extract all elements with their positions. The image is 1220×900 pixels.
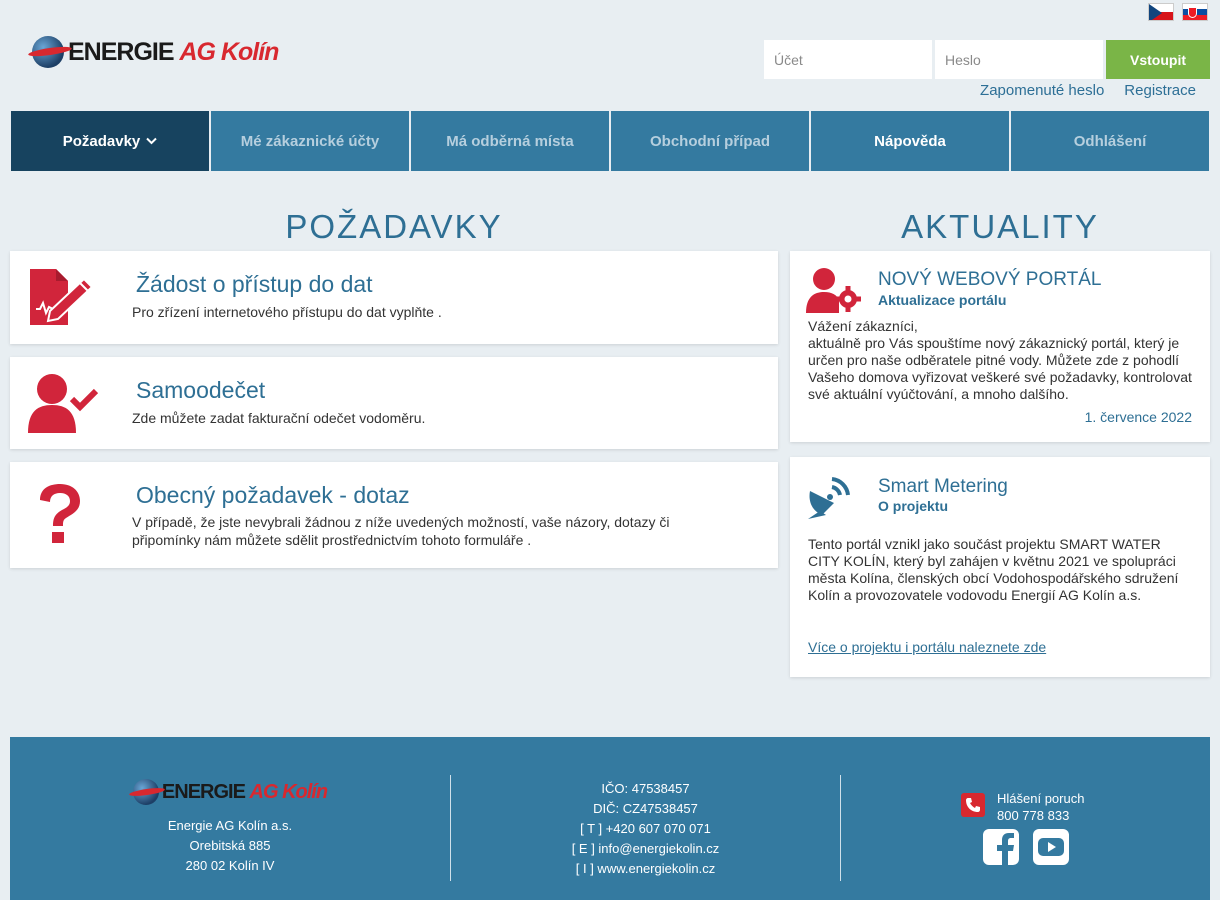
login-form: Vstoupit: [764, 40, 1210, 79]
smart-metering-more-link[interactable]: Více o projektu i portálu naleznete zde: [808, 639, 1046, 655]
forgot-password-link[interactable]: Zapomenuté heslo: [980, 82, 1104, 99]
logo-text: ENERGIE AG Kolín: [68, 37, 279, 67]
phone-icon: [961, 793, 985, 817]
user-gear-icon: [806, 268, 861, 313]
footer-email[interactable]: [ E ] info@energiekolin.cz: [451, 839, 840, 859]
nav-pozadavky[interactable]: Požadavky: [11, 111, 209, 171]
footer: ENERGIE AG Kolín Energie AG Kolín a.s. O…: [10, 737, 1210, 900]
footer-phone: [ T ] +420 607 070 071: [580, 821, 711, 836]
register-link[interactable]: Registrace: [1124, 82, 1196, 99]
account-input[interactable]: [764, 40, 932, 79]
nav-label: Nápověda: [874, 132, 946, 150]
footer-contacts: IČO: 47538457 DIČ: CZ47538457 [ T ] +420…: [450, 775, 841, 881]
footer-web[interactable]: [ I ] www.energiekolin.cz: [451, 859, 840, 879]
footer-street: Orebitská 885: [189, 838, 271, 853]
footer-city: 280 02 Kolín IV: [185, 858, 275, 873]
footer-dic: DIČ: CZ47538457: [593, 801, 698, 816]
news-subtitle: O projektu: [878, 498, 949, 514]
document-sign-icon: [30, 269, 94, 325]
logo-main-text: ENERGIE: [161, 780, 246, 803]
news-card-smart-metering: Smart Metering O projektu Tento portál v…: [790, 457, 1210, 677]
facebook-icon[interactable]: [983, 829, 1019, 865]
language-switcher: [1148, 3, 1208, 21]
czech-flag-icon[interactable]: [1148, 3, 1174, 21]
news-body: Tento portál vznikl jako součást projekt…: [808, 536, 1179, 603]
nav-odhlaseni[interactable]: Odhlášení: [1011, 111, 1209, 171]
news-subtitle: Aktualizace portálu: [878, 292, 1007, 308]
chevron-down-icon: [146, 137, 157, 145]
request-description: V případě, že jste nevybrali žádnou z ní…: [132, 514, 670, 548]
logo-main-text: ENERGIE: [68, 37, 175, 66]
nav-zakaznicke-ucty[interactable]: Mé zákaznické účty: [211, 111, 409, 171]
footer-company: ENERGIE AG Kolín Energie AG Kolín a.s. O…: [10, 775, 450, 881]
request-card-self-reading[interactable]: Samoodečet Zde můžete zadat fakturační o…: [10, 357, 778, 449]
password-input[interactable]: [935, 40, 1103, 79]
globe-logo-icon: [128, 779, 166, 805]
logo-accent-text: AG Kolín: [179, 37, 279, 66]
news-date: 1. července 2022: [1084, 409, 1192, 425]
footer-ico: IČO: 47538457: [601, 781, 690, 796]
news-title: NOVÝ WEBOVÝ PORTÁL: [878, 269, 1102, 290]
news-body: Vážení zákazníci, aktuálně pro Vás spouš…: [808, 318, 1192, 402]
request-card-general[interactable]: Obecný požadavek - dotaz V případě, že j…: [10, 462, 778, 568]
outage-phone[interactable]: 800 778 833: [997, 809, 1084, 823]
request-title[interactable]: Samoodečet: [136, 377, 265, 404]
login-button[interactable]: Vstoupit: [1106, 40, 1210, 79]
news-heading: AKTUALITY: [901, 208, 1099, 245]
logo-accent-text: AG Kolín: [249, 780, 329, 803]
nav-obchodni-pripad[interactable]: Obchodní případ: [611, 111, 809, 171]
company-logo[interactable]: ENERGIE AG Kolín: [27, 36, 279, 68]
news-title: Smart Metering: [878, 476, 1008, 497]
slovak-flag-icon[interactable]: [1182, 3, 1208, 21]
footer-logo[interactable]: ENERGIE AG Kolín: [128, 779, 329, 805]
outage-label: Hlášení poruch: [997, 791, 1085, 806]
nav-label: Mé zákaznické účty: [240, 132, 380, 150]
request-title[interactable]: Obecný požadavek - dotaz: [136, 482, 410, 509]
news-card-portal: NOVÝ WEBOVÝ PORTÁL Aktualizace portálu V…: [790, 251, 1210, 442]
nav-odberna-mista[interactable]: Má odběrná místa: [411, 111, 609, 171]
login-links: Zapomenuté heslo Registrace: [980, 82, 1196, 99]
main-nav: Požadavky Mé zákaznické účty Má odběrná …: [11, 111, 1209, 171]
user-check-icon: [28, 374, 98, 433]
satellite-dish-icon: [808, 477, 850, 519]
nav-label: Má odběrná místa: [446, 132, 574, 150]
requests-heading: POŽADAVKY: [285, 208, 503, 245]
globe-logo-icon: [27, 36, 73, 68]
request-description: Zde můžete zadat fakturační odečet vodom…: [132, 410, 426, 426]
youtube-icon[interactable]: [1033, 829, 1069, 865]
nav-label: Obchodní případ: [650, 132, 770, 150]
nav-label: Odhlášení: [1073, 132, 1147, 150]
request-title[interactable]: Žádost o přístup do dat: [136, 271, 373, 298]
request-card-data-access[interactable]: Žádost o přístup do dat Pro zřízení inte…: [10, 251, 778, 344]
footer-logo-text: ENERGIE AG Kolín: [161, 780, 329, 804]
outage-hotline: Hlášení poruch 800 778 833: [961, 789, 1084, 823]
social-links: [983, 829, 1069, 865]
question-mark-icon: [40, 484, 80, 543]
nav-label: Požadavky: [62, 132, 141, 150]
request-description: Pro zřízení internetového přístupu do da…: [132, 304, 442, 320]
nav-napoveda[interactable]: Nápověda: [811, 111, 1009, 171]
footer-outage: Hlášení poruch 800 778 833: [841, 775, 1210, 881]
footer-company-name: Energie AG Kolín a.s.: [167, 818, 293, 833]
